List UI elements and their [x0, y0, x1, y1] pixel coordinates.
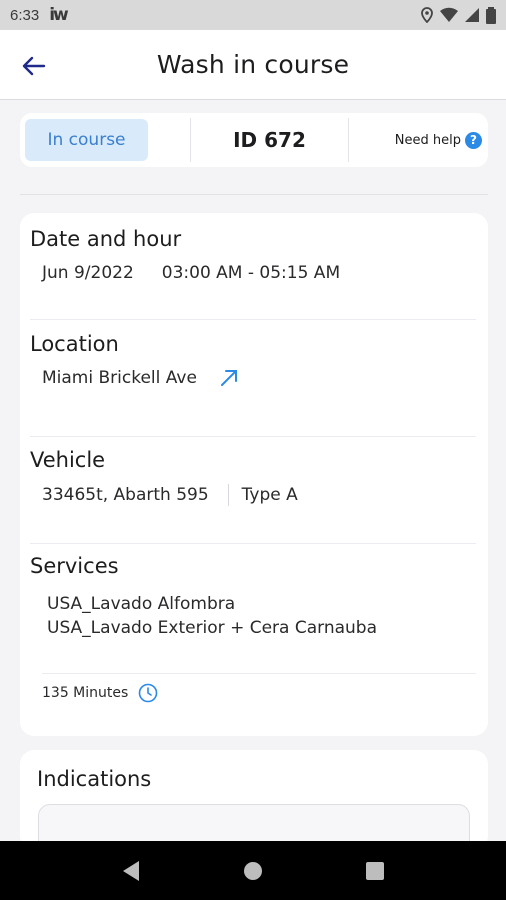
- wifi-icon: [440, 7, 458, 23]
- indications-card: Indications: [20, 750, 488, 850]
- external-link-arrow-icon[interactable]: [219, 368, 239, 388]
- services-list: USA_Lavado Alfombra USA_Lavado Exterior …: [30, 592, 478, 640]
- divider: [30, 319, 476, 320]
- triangle-back-icon: [123, 860, 139, 881]
- vehicle-row: 33465t, Abarth 595 Type A: [30, 484, 478, 506]
- need-help-button[interactable]: Need help ?: [349, 131, 488, 149]
- order-id: ID 672: [233, 128, 306, 152]
- need-help-label: Need help: [394, 132, 461, 148]
- divider: [30, 436, 476, 437]
- help-icon: ?: [465, 131, 482, 149]
- time-range: 03:00 AM - 05:15 AM: [161, 263, 341, 283]
- details-card: Date and hour Jun 9/2022 03:00 AM - 05:1…: [20, 213, 488, 736]
- status-badge: In course: [25, 119, 148, 161]
- location-title: Location: [30, 332, 119, 356]
- indications-title: Indications: [37, 767, 152, 791]
- duration-row: 135 Minutes: [42, 683, 158, 703]
- services-title: Services: [30, 554, 119, 578]
- vehicle-section: Vehicle 33465t, Abarth 595 Type A: [30, 448, 478, 506]
- nav-back-button[interactable]: [111, 851, 151, 891]
- date-section: Date and hour Jun 9/2022 03:00 AM - 05:1…: [30, 227, 478, 283]
- date-title: Date and hour: [30, 227, 182, 251]
- nav-recents-button[interactable]: [355, 851, 395, 891]
- page-title: Wash in course: [156, 50, 350, 79]
- square-recents-icon: [366, 861, 384, 880]
- circle-home-icon: [244, 861, 262, 880]
- divider: [30, 543, 476, 544]
- vehicle-value: 33465t, Abarth 595: [42, 485, 209, 505]
- status-icons: [420, 6, 496, 24]
- back-button[interactable]: [18, 50, 50, 82]
- location-value: Miami Brickell Ave: [42, 368, 197, 388]
- system-nav-bar: [0, 841, 506, 900]
- status-time: 6:33: [10, 6, 40, 24]
- nav-home-button[interactable]: [233, 851, 273, 891]
- divider: [42, 673, 476, 674]
- date-value: Jun 9/2022: [42, 263, 134, 283]
- service-item: USA_Lavado Exterior + Cera Carnauba: [47, 618, 378, 638]
- date-row: Jun 9/2022 03:00 AM - 05:15 AM: [30, 263, 478, 283]
- arrow-left-icon: [22, 56, 46, 76]
- separator: [20, 194, 488, 195]
- services-section: Services USA_Lavado Alfombra USA_Lavado …: [30, 554, 478, 640]
- location-section: Location Miami Brickell Ave: [30, 332, 478, 388]
- divider: [227, 484, 229, 506]
- location-icon: [421, 7, 433, 23]
- app-logo-icon: iw: [49, 5, 68, 25]
- service-item: USA_Lavado Alfombra: [47, 594, 236, 614]
- battery-icon: [486, 6, 496, 24]
- clock-icon: [138, 683, 158, 703]
- vehicle-title: Vehicle: [30, 448, 106, 472]
- signal-icon: [465, 8, 479, 22]
- duration-value: 135 Minutes: [42, 685, 129, 701]
- vehicle-type: Type A: [241, 485, 298, 505]
- status-bar: 6:33 iw: [0, 0, 506, 30]
- location-row: Miami Brickell Ave: [30, 368, 478, 388]
- summary-card: In course ID 672 Need help ?: [20, 113, 488, 167]
- app-bar: Wash in course: [0, 30, 506, 100]
